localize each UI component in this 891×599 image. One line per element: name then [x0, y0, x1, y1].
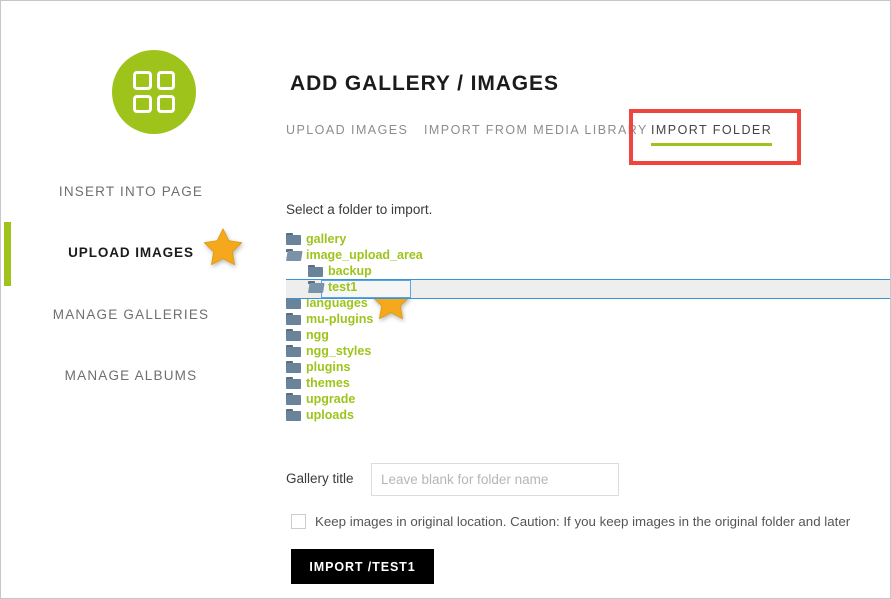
tab-upload-images[interactable]: UPLOAD IMAGES	[286, 123, 408, 137]
folder-icon	[308, 264, 323, 277]
tree-item-gallery[interactable]: gallery	[286, 231, 890, 247]
tree-item-plugins[interactable]: plugins	[286, 359, 890, 375]
sidebar-item-label: MANAGE ALBUMS	[64, 368, 198, 383]
sidebar-item-label: MANAGE GALLERIES	[52, 307, 210, 322]
folder-tree[interactable]: gallery image_upload_area backup test1 l…	[286, 231, 890, 423]
folder-icon	[286, 408, 301, 421]
tree-item-label: plugins	[306, 360, 351, 374]
app-window: INSERT INTO PAGE UPLOAD IMAGES MANAGE GA…	[0, 0, 891, 599]
sidebar: INSERT INTO PAGE UPLOAD IMAGES MANAGE GA…	[1, 1, 261, 598]
gallery-title-input[interactable]	[371, 463, 619, 496]
tree-item-label: image_upload_area	[306, 248, 423, 262]
tree-item-label: ngg_styles	[306, 344, 372, 358]
page-title: ADD GALLERY / IMAGES	[290, 72, 559, 95]
tree-item-upgrade[interactable]: upgrade	[286, 391, 890, 407]
instruction-text: Select a folder to import.	[286, 202, 433, 217]
keep-images-label: Keep images in original location. Cautio…	[315, 514, 851, 530]
sidebar-item-label: INSERT INTO PAGE	[58, 184, 204, 199]
tab-label: IMPORT FROM MEDIA LIBRARY	[424, 123, 648, 137]
tree-item-label: uploads	[306, 408, 354, 422]
folder-open-icon	[286, 248, 303, 261]
tab-import-from-media-library[interactable]: IMPORT FROM MEDIA LIBRARY	[424, 123, 648, 137]
tree-item-label: mu-plugins	[306, 312, 374, 326]
tree-item-label: gallery	[306, 232, 347, 246]
sidebar-item-insert-into-page[interactable]: INSERT INTO PAGE	[1, 184, 261, 199]
tree-item-ngg[interactable]: ngg	[286, 327, 890, 343]
main-content: ADD GALLERY / IMAGES UPLOAD IMAGES IMPOR…	[261, 1, 890, 598]
sidebar-item-manage-galleries[interactable]: MANAGE GALLERIES	[1, 307, 261, 322]
tree-item-mu-plugins[interactable]: mu-plugins	[286, 311, 890, 327]
folder-icon	[286, 328, 301, 341]
tree-item-test1[interactable]: test1	[286, 279, 890, 299]
tree-item-themes[interactable]: themes	[286, 375, 890, 391]
tree-item-selection-highlight	[286, 279, 890, 299]
sidebar-item-label: UPLOAD IMAGES	[68, 245, 194, 260]
folder-icon	[286, 360, 301, 373]
tree-item-backup[interactable]: backup	[286, 263, 890, 279]
tree-item-label: backup	[328, 264, 372, 278]
sidebar-item-upload-images[interactable]: UPLOAD IMAGES	[1, 245, 261, 260]
tree-item-label: upgrade	[306, 392, 356, 406]
tree-item-uploads[interactable]: uploads	[286, 407, 890, 423]
import-button[interactable]: IMPORT /TEST1	[291, 549, 434, 584]
tree-item-label: ngg	[306, 328, 329, 342]
gallery-title-label: Gallery title	[286, 471, 354, 486]
tree-item-ngg-styles[interactable]: ngg_styles	[286, 343, 890, 359]
folder-open-icon	[308, 280, 325, 293]
keep-images-row[interactable]: Keep images in original location. Cautio…	[291, 513, 850, 531]
tree-item-image-upload-area[interactable]: image_upload_area	[286, 247, 890, 263]
folder-icon	[286, 392, 301, 405]
sidebar-item-manage-albums[interactable]: MANAGE ALBUMS	[1, 368, 261, 383]
keep-images-checkbox[interactable]	[291, 514, 306, 530]
app-logo	[112, 50, 196, 134]
folder-icon	[286, 376, 301, 389]
grid-squares-icon	[133, 71, 175, 113]
folder-icon	[286, 312, 301, 325]
folder-icon	[286, 344, 301, 357]
highlight-box-import-folder	[629, 109, 801, 165]
folder-icon	[286, 232, 301, 245]
tree-item-label: themes	[306, 376, 350, 390]
tree-item-label: test1	[328, 280, 358, 294]
tab-label: UPLOAD IMAGES	[286, 123, 409, 137]
